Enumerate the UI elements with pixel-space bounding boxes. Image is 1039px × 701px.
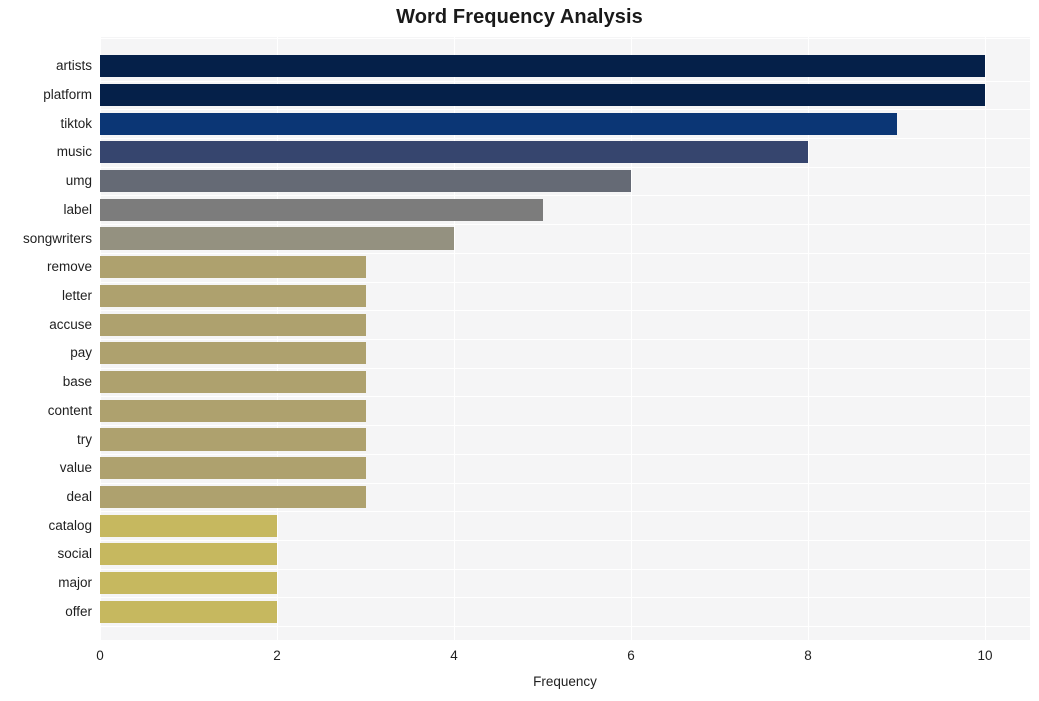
- bar-row[interactable]: [100, 454, 1030, 483]
- bar-row[interactable]: [100, 138, 1030, 167]
- y-tick-label-content: content: [47, 402, 92, 418]
- y-tick-label-remove: remove: [46, 259, 92, 275]
- bar-accuse[interactable]: [100, 313, 366, 336]
- bar-row[interactable]: [100, 569, 1030, 598]
- bar-row[interactable]: [100, 109, 1030, 138]
- x-tick-label-2: 2: [273, 648, 281, 663]
- bar-umg[interactable]: [100, 169, 631, 193]
- bar-row[interactable]: [100, 282, 1030, 311]
- y-tick-label-major: major: [58, 575, 92, 591]
- y-tick-label-deal: deal: [66, 489, 92, 504]
- bar-row[interactable]: [100, 368, 1030, 397]
- y-tick-label-value: value: [59, 460, 92, 476]
- bar-platform[interactable]: [100, 83, 985, 107]
- bar-letter[interactable]: [100, 284, 366, 308]
- x-axis-title: Frequency: [533, 674, 597, 689]
- bar-pay[interactable]: [100, 342, 366, 365]
- x-tick-label-8: 8: [804, 648, 812, 663]
- y-tick-label-social: social: [57, 546, 92, 562]
- y-tick-label-songwriters: songwriters: [22, 230, 92, 246]
- bar-row[interactable]: [100, 167, 1030, 196]
- chart-title: Word Frequency Analysis: [396, 6, 643, 28]
- bar-songwriters[interactable]: [100, 227, 454, 250]
- y-tick-label-music: music: [56, 144, 92, 160]
- x-axis-tick-labels: 0 2 4 6 8 10: [0, 648, 1039, 668]
- y-tick-label-letter: letter: [61, 288, 92, 303]
- y-axis-tick-labels: artists platform tiktok music umg label songwr…: [0, 37, 92, 640]
- bar-try[interactable]: [100, 428, 366, 451]
- bar-row[interactable]: [100, 540, 1030, 569]
- bar-row[interactable]: [100, 483, 1030, 512]
- y-tick-label-umg: umg: [65, 173, 92, 189]
- y-tick-label-catalog: catalog: [48, 517, 92, 533]
- y-tick-label-try: try: [77, 431, 92, 447]
- bar-row[interactable]: [100, 339, 1030, 368]
- y-tick-label-tiktok: tiktok: [60, 115, 92, 131]
- bar-social[interactable]: [100, 543, 277, 566]
- bar-row[interactable]: [100, 52, 1030, 81]
- bar-row[interactable]: [100, 397, 1030, 426]
- x-tick-label-4: 4: [450, 648, 458, 663]
- bar-base[interactable]: [100, 370, 366, 394]
- bar-row[interactable]: [100, 81, 1030, 110]
- bar-artists[interactable]: [100, 55, 985, 78]
- y-tick-label-accuse: accuse: [49, 316, 92, 332]
- bar-row[interactable]: [100, 425, 1030, 454]
- bar-value[interactable]: [100, 457, 366, 480]
- bar-row[interactable]: [100, 598, 1030, 627]
- horizontal-gridline: [100, 37, 1030, 39]
- y-tick-label-artists: artists: [55, 58, 92, 74]
- bar-row[interactable]: [100, 511, 1030, 540]
- horizontal-gridline: [100, 626, 1030, 628]
- bar-offer[interactable]: [100, 600, 277, 623]
- bar-deal[interactable]: [100, 485, 366, 509]
- y-tick-label-base: base: [62, 374, 92, 390]
- bar-row[interactable]: [100, 196, 1030, 225]
- y-tick-label-label: label: [63, 201, 92, 217]
- bar-content[interactable]: [100, 399, 366, 422]
- bar-catalog[interactable]: [100, 514, 277, 537]
- bar-row[interactable]: [100, 253, 1030, 282]
- bar-tiktok[interactable]: [100, 112, 897, 135]
- bar-major[interactable]: [100, 571, 277, 595]
- x-tick-label-6: 6: [627, 648, 635, 663]
- bar-label[interactable]: [100, 198, 543, 221]
- x-tick-label-10: 10: [977, 648, 993, 663]
- bars-layer: [100, 37, 1030, 640]
- y-tick-label-offer: offer: [65, 603, 92, 619]
- x-tick-label-0: 0: [96, 648, 104, 663]
- plot-area: [100, 37, 1030, 640]
- word-frequency-chart: Word Frequency Analysis artists platform t…: [0, 0, 1039, 701]
- y-tick-label-pay: pay: [70, 345, 92, 361]
- bar-music[interactable]: [100, 141, 808, 164]
- bar-remove[interactable]: [100, 256, 366, 279]
- bar-row[interactable]: [100, 310, 1030, 339]
- y-tick-label-platform: platform: [43, 87, 92, 102]
- bar-row[interactable]: [100, 224, 1030, 253]
